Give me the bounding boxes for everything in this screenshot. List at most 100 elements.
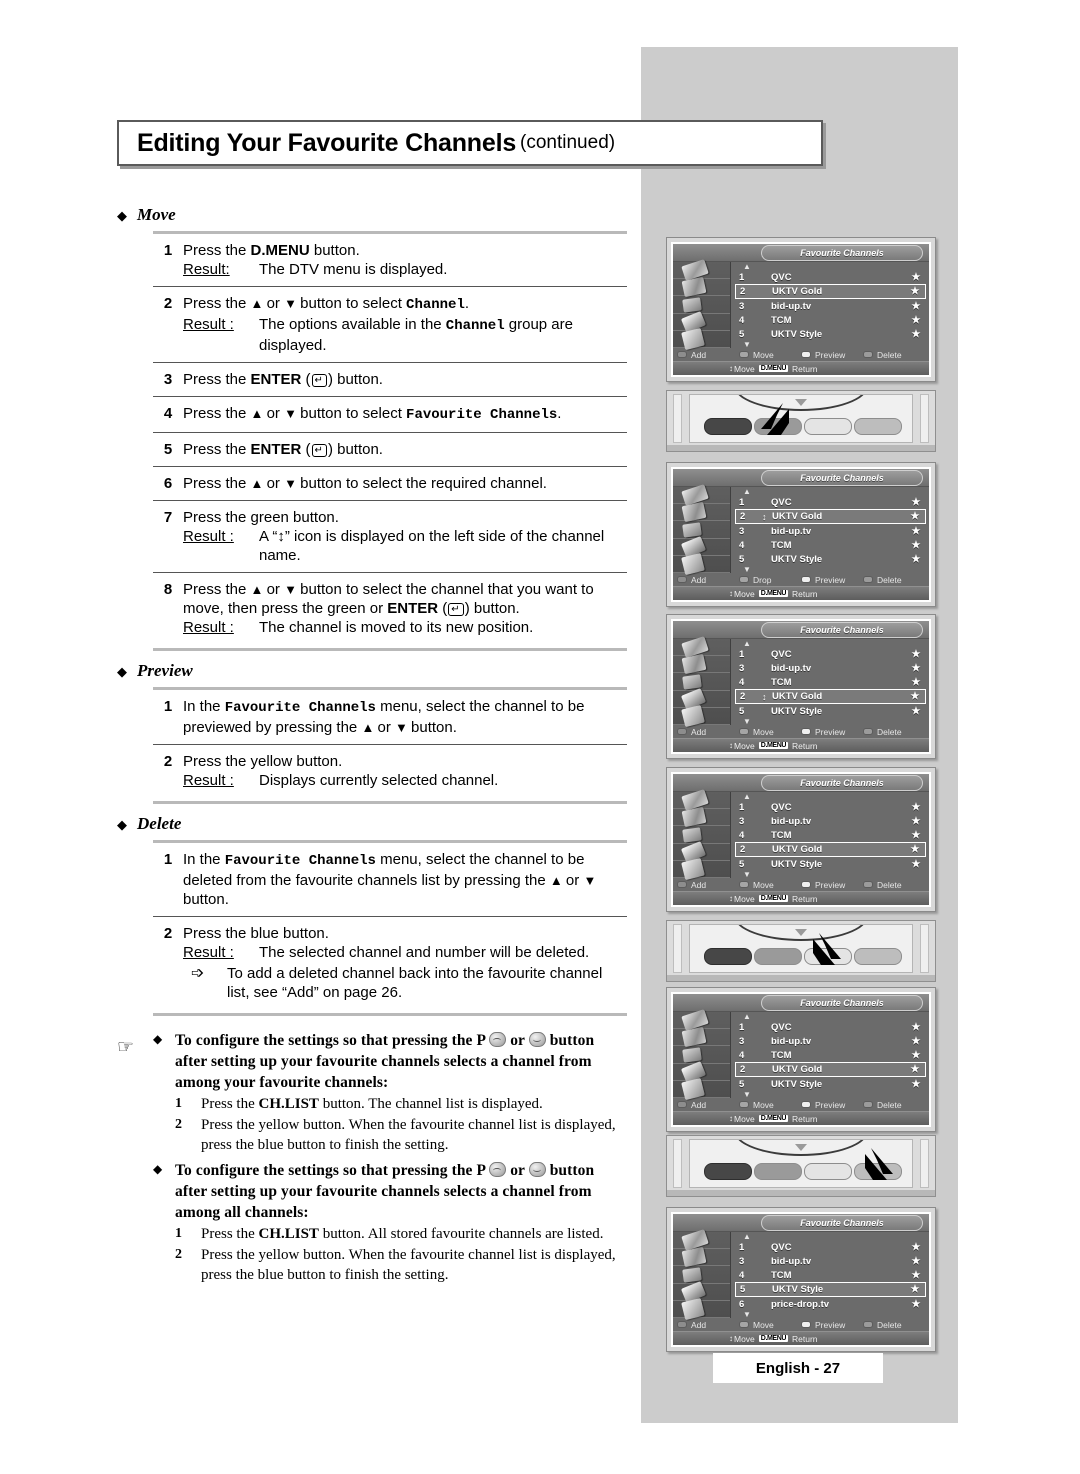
osd-channel-row[interactable]: 2 ↕ UKTV Gold ★ [735, 509, 926, 524]
osd-action-add[interactable]: Add [677, 1100, 739, 1110]
osd-menu-icon-5[interactable] [673, 704, 730, 728]
osd-menu-icon-2[interactable] [673, 1027, 730, 1048]
osd-channel-row[interactable]: 4 TCM ★ [735, 313, 926, 327]
osd-menu-icon-5[interactable] [673, 1077, 730, 1101]
osd-channel-row[interactable]: 4 TCM ★ [735, 828, 926, 842]
osd-channel-row[interactable]: 4 TCM ★ [735, 675, 926, 689]
osd-channel-row[interactable]: 3 bid-up.tv ★ [735, 1254, 926, 1268]
osd-channel-row[interactable]: 3 bid-up.tv ★ [735, 524, 926, 538]
remote-green-button[interactable] [754, 1163, 802, 1180]
remote-green-button[interactable] [754, 948, 802, 965]
osd-channel-row[interactable]: 1 QVC ★ [735, 1020, 926, 1034]
osd-channel-row[interactable]: 5 UKTV Style ★ [735, 1077, 926, 1091]
osd-scroll-down-icon[interactable]: ▼ [735, 871, 926, 879]
osd-channel-row[interactable]: 3 bid-up.tv ★ [735, 661, 926, 675]
osd-channel-row[interactable]: 2 UKTV Gold ★ [735, 284, 926, 299]
osd-scroll-down-icon[interactable]: ▼ [735, 1311, 926, 1319]
osd-menu-icon-4[interactable] [673, 840, 730, 863]
osd-action-delete[interactable]: Delete [863, 575, 925, 585]
osd-action-preview[interactable]: Preview [801, 1320, 863, 1330]
osd-channel-row[interactable]: 4 TCM ★ [735, 1268, 926, 1282]
osd-channel-row[interactable]: 1 QVC ★ [735, 495, 926, 509]
osd-channel-row[interactable]: 5 UKTV Style ★ [735, 857, 926, 871]
osd-channel-row[interactable]: 1 QVC ★ [735, 647, 926, 661]
osd-action-preview[interactable]: Preview [801, 727, 863, 737]
osd-channel-row[interactable]: 5 UKTV Style ★ [735, 552, 926, 566]
osd-action-move[interactable]: Move [739, 880, 801, 890]
osd-channel-row[interactable]: 3 bid-up.tv ★ [735, 299, 926, 313]
osd-scroll-up-icon[interactable]: ▲ [735, 640, 926, 648]
osd-channel-row[interactable]: 5 UKTV Style ★ [735, 327, 926, 341]
osd-action-delete[interactable]: Delete [863, 350, 925, 360]
osd-channel-row[interactable]: 1 QVC ★ [735, 800, 926, 814]
osd-scroll-up-icon[interactable]: ▲ [735, 488, 926, 496]
osd-channel-row[interactable]: 6 price-drop.tv ★ [735, 1297, 926, 1311]
remote-red-button[interactable] [704, 1163, 752, 1180]
remote-yellow-button[interactable] [804, 1163, 852, 1180]
osd-menu-icon-5[interactable] [673, 552, 730, 576]
osd-action-add[interactable]: Add [677, 350, 739, 360]
osd-channel-row[interactable]: 3 bid-up.tv ★ [735, 1034, 926, 1048]
osd-action-move[interactable]: Move [739, 1320, 801, 1330]
osd-scroll-down-icon[interactable]: ▼ [735, 718, 926, 726]
osd-menu-icon-3[interactable] [673, 826, 730, 844]
remote-bottom-edge [667, 975, 935, 981]
osd-channel-row[interactable]: 2 UKTV Gold ★ [735, 842, 926, 857]
remote-yellow-button[interactable] [804, 418, 852, 435]
osd-menu-icon-4[interactable] [673, 687, 730, 710]
osd-scroll-down-icon[interactable]: ▼ [735, 1091, 926, 1099]
osd-action-preview[interactable]: Preview [801, 1100, 863, 1110]
osd-action-move[interactable]: Move [739, 1100, 801, 1110]
osd-menu-icon-3[interactable] [673, 521, 730, 539]
remote-blue-button[interactable] [854, 418, 902, 435]
osd-scroll-up-icon[interactable]: ▲ [735, 793, 926, 801]
osd-menu-icon-4[interactable] [673, 1060, 730, 1083]
osd-action-drop[interactable]: Drop [739, 575, 801, 585]
osd-action-delete[interactable]: Delete [863, 727, 925, 737]
osd-action-move[interactable]: Move [739, 350, 801, 360]
osd-menu-icon-4[interactable] [673, 310, 730, 333]
osd-action-add[interactable]: Add [677, 727, 739, 737]
osd-action-delete[interactable]: Delete [863, 880, 925, 890]
osd-action-delete[interactable]: Delete [863, 1320, 925, 1330]
osd-menu-icon-3[interactable] [673, 1266, 730, 1284]
osd-channel-row[interactable]: 1 QVC ★ [735, 270, 926, 284]
osd-menu-icon-3[interactable] [673, 673, 730, 691]
osd-action-preview[interactable]: Preview [801, 350, 863, 360]
osd-action-delete[interactable]: Delete [863, 1100, 925, 1110]
osd-scroll-up-icon[interactable]: ▲ [735, 1233, 926, 1241]
remote-blue-button[interactable] [854, 948, 902, 965]
osd-action-add[interactable]: Add [677, 880, 739, 890]
osd-action-add[interactable]: Add [677, 575, 739, 585]
osd-action-preview[interactable]: Preview [801, 880, 863, 890]
osd-channel-row[interactable]: 2 UKTV Gold ★ [735, 1062, 926, 1077]
osd-menu-icon-4[interactable] [673, 535, 730, 558]
osd-menu-icon-2[interactable] [673, 502, 730, 523]
osd-channel-row[interactable]: 1 QVC ★ [735, 1240, 926, 1254]
osd-channel-row[interactable]: 5 UKTV Style ★ [735, 1282, 926, 1297]
osd-menu-icon-2[interactable] [673, 1247, 730, 1268]
osd-menu-icon-2[interactable] [673, 654, 730, 675]
osd-action-add[interactable]: Add [677, 1320, 739, 1330]
osd-scroll-down-icon[interactable]: ▼ [735, 341, 926, 349]
osd-scroll-up-icon[interactable]: ▲ [735, 263, 926, 271]
osd-channel-row[interactable]: 4 TCM ★ [735, 1048, 926, 1062]
osd-menu-icon-3[interactable] [673, 296, 730, 314]
osd-menu-icon-2[interactable] [673, 277, 730, 298]
osd-menu-icon-5[interactable] [673, 327, 730, 351]
remote-red-button[interactable] [704, 418, 752, 435]
osd-channel-row[interactable]: 3 bid-up.tv ★ [735, 814, 926, 828]
remote-red-button[interactable] [704, 948, 752, 965]
osd-menu-icon-3[interactable] [673, 1046, 730, 1064]
osd-scroll-up-icon[interactable]: ▲ [735, 1013, 926, 1021]
osd-menu-icon-5[interactable] [673, 857, 730, 881]
osd-menu-icon-2[interactable] [673, 807, 730, 828]
osd-channel-row[interactable]: 4 TCM ★ [735, 538, 926, 552]
osd-channel-row[interactable]: 5 UKTV Style ★ [735, 704, 926, 718]
osd-channel-row[interactable]: 2 ↕ UKTV Gold ★ [735, 689, 926, 704]
osd-menu-icon-4[interactable] [673, 1280, 730, 1303]
osd-menu-icon-5[interactable] [673, 1297, 730, 1321]
osd-action-move[interactable]: Move [739, 727, 801, 737]
osd-scroll-down-icon[interactable]: ▼ [735, 566, 926, 574]
osd-action-preview[interactable]: Preview [801, 575, 863, 585]
